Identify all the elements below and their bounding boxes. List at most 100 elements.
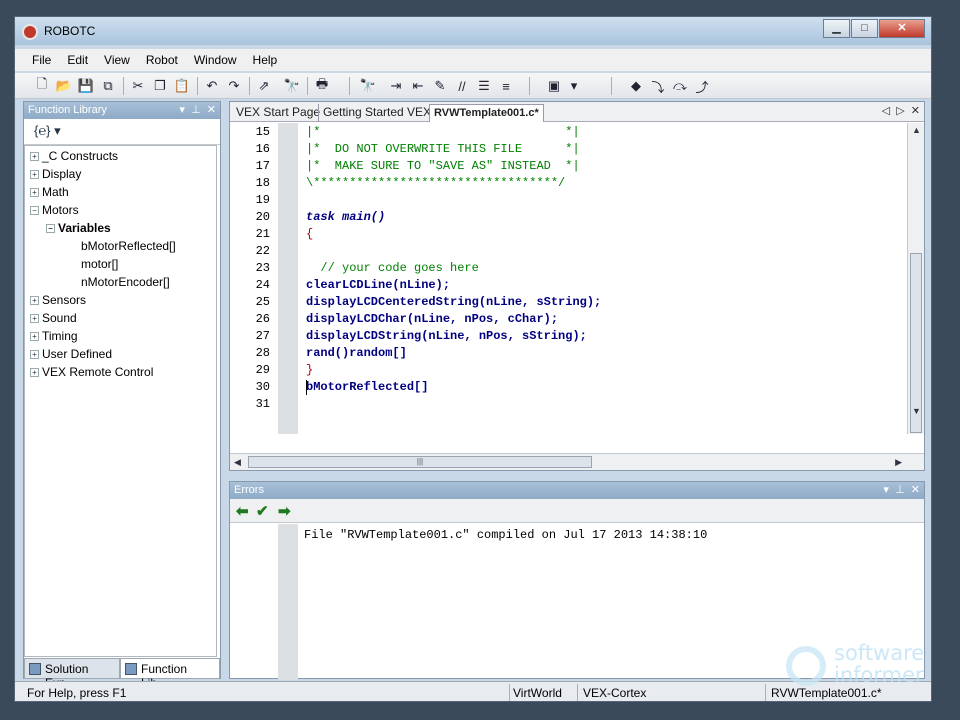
format-icon[interactable]: ☰ [475,77,493,95]
function-library-title: Function Library [28,104,107,116]
pin-icon[interactable]: ⊥ [191,104,201,116]
tab-rvwtemplate[interactable]: RVWTemplate001.c* [429,104,544,122]
tree-item-vex-remote-control[interactable]: + VEX Remote Control [30,365,153,379]
watermark-logo-icon [786,646,826,686]
tab-function-library[interactable]: Function Lib... [120,659,220,690]
tree-item-display[interactable]: + Display [30,167,81,181]
code-line: displayLCDChar(nLine, nPos, cChar); [306,312,559,326]
errors-close-icon[interactable]: ✕ [911,484,920,496]
text-cursor [306,380,307,395]
save-icon[interactable]: 💾 [77,77,95,95]
menu-edit[interactable]: Edit [59,49,96,71]
function-tree: + _C Constructs + Display + Math − Motors − V… [24,145,217,657]
code-line: |* *| [306,125,580,139]
open-file-icon[interactable]: 📂 [55,77,73,95]
function-library-toolbar: {℮} ▾ [24,119,220,145]
compile-icon[interactable]: ⇗ [255,77,273,95]
toggle-bookmark-icon[interactable]: ✎ [431,77,449,95]
tab-solution-explorer[interactable]: Solution Exp... [24,659,120,690]
close-button[interactable]: ✕ [879,19,925,38]
paste-icon[interactable]: 📋 [173,77,191,95]
scroll-right-icon[interactable]: ▶ [895,457,902,468]
code-line: bMotorReflected[] [306,380,429,394]
watermark-line: informer [834,663,924,687]
horizontal-scrollbar[interactable]: ◀ ||| ▶ [230,453,924,470]
document-tabs: VEX Start Page Getting Started VEX RVWTe… [230,102,924,122]
errors-title: Errors [234,484,264,496]
solution-explorer-icon [29,663,41,675]
errors-dropdown-icon[interactable]: ▾ [883,484,889,496]
tab-vex-start-page[interactable]: VEX Start Page [232,104,324,122]
menu-file[interactable]: File [24,49,59,71]
save-all-icon[interactable]: ⧉ [99,77,117,95]
panel-dropdown-icon[interactable]: ▾ [179,104,185,116]
outdent-icon[interactable]: ⇤ [409,77,427,95]
tree-item-user-defined[interactable]: + User Defined [30,347,112,361]
main-toolbar: 🗋 📂 💾 ⧉ ✂ ❐ 📋 ↶ ↷ ⇗ 🔭 🖶 🔭 ⇥ ⇤ ✎ // ☰ ≡ ▣… [15,73,931,99]
tree-item-bmotorreflected[interactable]: bMotorReflected[] [81,239,176,253]
menu-robot[interactable]: Robot [138,49,186,71]
print-icon[interactable]: 🖶 [313,76,331,95]
tree-item-variables[interactable]: − Variables [46,221,111,235]
code-line: clearLCDLine(nLine); [306,278,451,292]
tree-item-motors[interactable]: − Motors [30,203,79,217]
uncomment-icon[interactable]: ≡ [497,77,515,95]
check-icon[interactable]: ✔ [256,502,269,520]
menu-view[interactable]: View [96,49,138,71]
previous-error-icon[interactable]: ⬅ [236,502,249,520]
menu-window[interactable]: Window [186,49,245,71]
tab-close-icon[interactable]: ✕ [911,105,920,117]
breakpoint-icon[interactable]: ◆ [627,77,645,95]
code-line: } [306,363,314,377]
indent-icon[interactable]: ⇥ [387,77,405,95]
scroll-up-icon[interactable]: ▲ [912,125,921,135]
new-file-icon[interactable]: 🗋 [33,76,51,95]
scroll-down-icon[interactable]: ▼ [912,406,921,416]
find-icon[interactable]: 🔭 [283,77,301,95]
code-area[interactable]: |* *| |* DO NOT OVERWRITE THIS FILE *| |… [230,123,906,434]
tab-getting-started-vex[interactable]: Getting Started VEX [318,104,435,122]
status-help: For Help, press F1 [27,686,127,700]
comment-icon[interactable]: // [453,77,471,95]
cut-icon[interactable]: ✂ [129,77,147,95]
debugger-dropdown-icon[interactable]: ▾ [565,77,583,95]
library-filter-dropdown[interactable]: {℮} ▾ [34,123,61,139]
code-line: rand()random[] [306,346,407,360]
tree-item-timing[interactable]: + Timing [30,329,78,343]
debugger-icon[interactable]: ▣ [545,77,563,95]
scroll-left-icon[interactable]: ◀ [234,457,241,468]
maximize-button[interactable]: □ [851,19,878,38]
copy-icon[interactable]: ❐ [151,77,169,95]
step-out-icon[interactable]: ⤴ [693,77,711,95]
next-error-icon[interactable]: ➡ [278,502,291,520]
code-line: { [306,227,314,241]
tree-item-motor[interactable]: motor[] [81,257,118,271]
errors-gutter [278,524,298,680]
robotc-logo-icon [22,24,38,40]
tree-item-nmotorencoder[interactable]: nMotorEncoder[] [81,275,170,289]
menu-help[interactable]: Help [245,49,286,71]
code-line: |* DO NOT OVERWRITE THIS FILE *| [306,142,580,156]
function-library-header: Function Library ▾ ⊥ ✕ [24,102,220,119]
undo-icon[interactable]: ↶ [203,77,221,95]
tree-item-c-constructs[interactable]: + _C Constructs [30,149,118,163]
tab-scroll-right-icon[interactable]: ▷ [896,105,904,117]
compile-message: File "RVWTemplate001.c" compiled on Jul … [304,528,708,542]
vertical-scrollbar[interactable]: ▲ ▼ [907,123,924,434]
tree-item-sensors[interactable]: + Sensors [30,293,86,307]
tab-scroll-left-icon[interactable]: ◁ [882,105,890,117]
code-line: displayLCDString(nLine, nPos, sString); [306,329,587,343]
step-over-icon[interactable]: ⤼ [671,77,689,95]
minimize-button[interactable]: ▁ [823,19,850,38]
tree-item-math[interactable]: + Math [30,185,69,199]
step-into-icon[interactable]: ⤵ [649,77,667,95]
horizontal-scroll-thumb[interactable]: ||| [248,456,592,468]
panel-close-icon[interactable]: ✕ [207,104,216,116]
find-in-files-icon[interactable]: 🔭 [359,77,377,95]
code-editor: VEX Start Page Getting Started VEX RVWTe… [229,101,925,471]
redo-icon[interactable]: ↷ [225,77,243,95]
tree-item-sound[interactable]: + Sound [30,311,77,325]
errors-pin-icon[interactable]: ⊥ [895,484,905,496]
errors-toolbar: ⬅ ✔ ➡ [230,499,924,523]
status-world: VirtWorld [513,686,562,700]
